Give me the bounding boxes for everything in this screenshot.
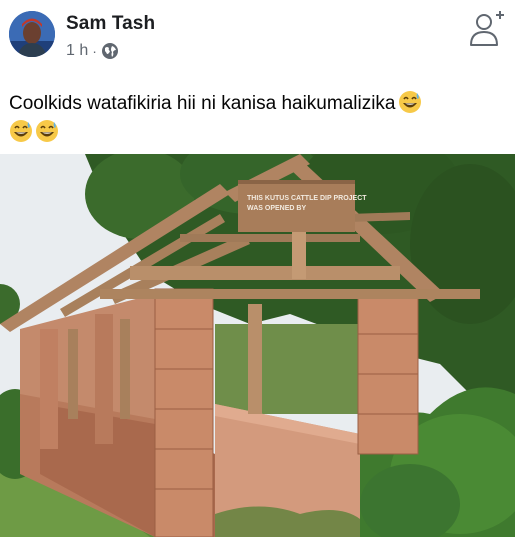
grinning-sweat-emoji-icon [35, 119, 59, 143]
post-text: Coolkids watafikiria hii ni kanisa haiku… [9, 89, 509, 147]
sign-text-line-1: THIS KUTUS CATTLE DIP PROJECT [247, 195, 367, 202]
post-header: Sam Tash 1 h · [0, 0, 515, 80]
post-text-content: Coolkids watafikiria hii ni kanisa haiku… [9, 93, 396, 114]
globe-icon [101, 42, 119, 60]
post-photo[interactable]: THIS KUTUS CATTLE DIP PROJECT WAS OPENED… [0, 154, 515, 537]
author-name[interactable]: Sam Tash [66, 13, 155, 35]
grinning-sweat-emoji-icon [9, 119, 33, 143]
meta-separator: · [92, 43, 97, 59]
sign-text-line-2: WAS OPENED BY [247, 205, 306, 212]
grinning-sweat-emoji-icon [398, 90, 422, 114]
post-meta: 1 h · [66, 42, 119, 60]
photo-unfinished-structure: THIS KUTUS CATTLE DIP PROJECT WAS OPENED… [0, 154, 515, 537]
post-text-line-2 [9, 118, 509, 147]
avatar-image [9, 11, 55, 57]
post-time[interactable]: 1 h [66, 42, 88, 60]
add-friend-icon[interactable] [466, 8, 506, 48]
post-text-line-1: Coolkids watafikiria hii ni kanisa haiku… [9, 89, 509, 118]
author-avatar[interactable] [9, 11, 55, 57]
